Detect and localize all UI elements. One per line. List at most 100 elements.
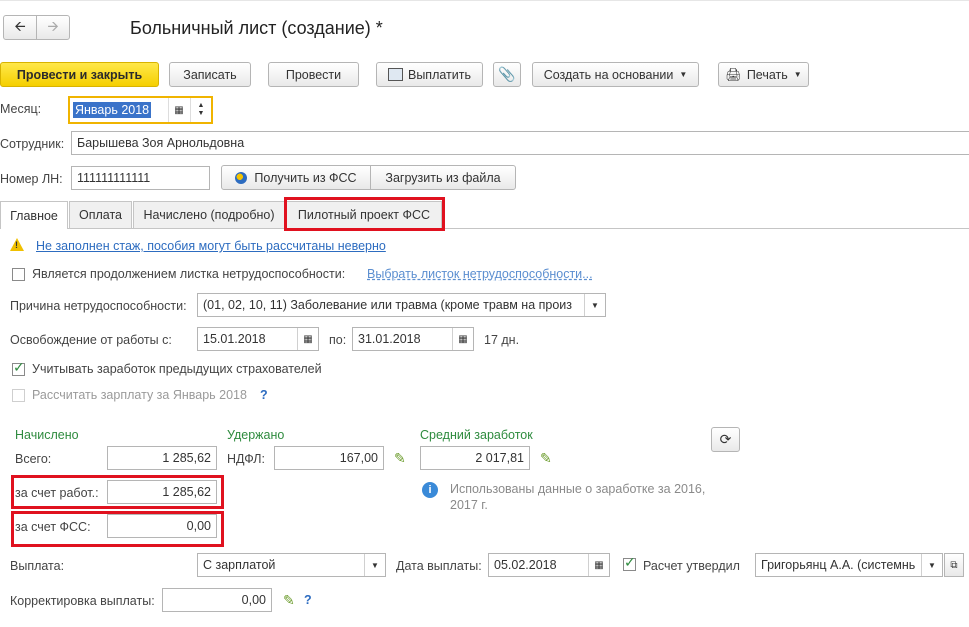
reason-value: (01, 02, 10, 11) Заболевание или травма …	[203, 298, 573, 312]
spin-down-icon: ▼	[197, 110, 205, 117]
month-label: Месяц:	[0, 102, 42, 116]
checkmark-icon: ✓	[624, 554, 636, 570]
fss-icon	[235, 171, 248, 184]
forward-button[interactable]: 🡪	[36, 15, 70, 40]
dropdown-arrow-icon: ▼	[793, 70, 802, 79]
get-from-fss-button[interactable]: Получить из ФСС	[221, 165, 371, 190]
release-from-calendar-button[interactable]: ▦	[297, 328, 318, 350]
attach-button[interactable]: 📎	[493, 62, 521, 87]
prev-employers-label: Учитывать заработок предыдущих страховат…	[32, 362, 322, 376]
refresh-button[interactable]: ⟳	[711, 427, 740, 452]
prev-employers-checkbox[interactable]: ✓	[12, 359, 25, 376]
month-spin-button[interactable]: ▲ ▼	[190, 98, 211, 122]
top-divider	[0, 0, 969, 1]
ndfl-edit-pencil-icon[interactable]: ✎	[394, 450, 406, 467]
payment-type-value: С зарплатой	[203, 558, 276, 572]
calc-salary-help-icon[interactable]: ?	[260, 388, 268, 402]
dropdown-arrow-icon: ▼	[928, 560, 936, 570]
approved-checkbox[interactable]: ✓	[623, 554, 636, 571]
highlight-fss-share	[11, 511, 224, 547]
payment-date-calendar-button[interactable]: ▦	[588, 554, 609, 576]
tab-payment[interactable]: Оплата	[69, 201, 132, 228]
spin-up-icon: ▲	[197, 102, 205, 109]
withheld-ndfl-field[interactable]: 167,00	[274, 446, 384, 470]
approved-by-dropdown-button[interactable]: ▼	[921, 554, 942, 576]
continuation-checkbox[interactable]	[12, 268, 25, 281]
calendar-icon: ▦	[174, 104, 184, 116]
highlight-fss-pilot-tab	[284, 197, 445, 231]
calendar-icon: ▦	[594, 559, 604, 571]
approved-by-field[interactable]: Григорьянц А.А. (системнь ▼	[755, 553, 943, 577]
accrued-total-field[interactable]: 1 285,62	[107, 446, 217, 470]
paperclip-icon: 📎	[498, 66, 516, 82]
info-icon: i	[422, 482, 438, 498]
correction-field[interactable]: 0,00	[162, 588, 272, 612]
payment-label: Выплата:	[10, 559, 65, 573]
pay-button-label: Выплатить	[407, 67, 471, 82]
correction-help-icon[interactable]: ?	[304, 593, 312, 607]
select-sick-leave-link[interactable]: Выбрать листок нетрудоспособности...	[367, 267, 593, 281]
refresh-icon: ⟳	[719, 431, 732, 447]
withheld-title: Удержано	[227, 428, 285, 442]
payment-date-label: Дата выплаты:	[396, 559, 482, 573]
ln-number-field[interactable]: 111111111111	[71, 166, 210, 190]
tabs-baseline	[0, 228, 969, 229]
print-label: Печать	[746, 67, 788, 82]
warning-link[interactable]: Не заполнен стаж, пособия могут быть рас…	[36, 239, 386, 253]
post-and-close-button[interactable]: Провести и закрыть	[0, 62, 159, 87]
correction-edit-pencil-icon[interactable]: ✎	[283, 592, 295, 609]
create-based-on-button[interactable]: Создать на основании ▼	[532, 62, 699, 87]
open-approver-button[interactable]: ⧉	[944, 553, 964, 577]
dropdown-arrow-icon: ▼	[679, 70, 688, 79]
calendar-icon: ▦	[303, 333, 313, 345]
save-button[interactable]: Записать	[169, 62, 251, 87]
window-title: Больничный лист (создание) *	[130, 18, 383, 38]
reason-field[interactable]: (01, 02, 10, 11) Заболевание или травма …	[197, 293, 606, 317]
arrow-right-icon: 🡪	[47, 17, 59, 34]
average-title: Средний заработок	[420, 428, 533, 442]
calc-salary-label: Рассчитать зарплату за Январь 2018	[32, 388, 247, 402]
days-count: 17 дн.	[484, 333, 520, 347]
release-from-value: 15.01.2018	[203, 332, 266, 346]
tab-main[interactable]: Главное	[0, 201, 68, 229]
back-button[interactable]: 🡨	[3, 15, 37, 40]
highlight-employer-share	[11, 475, 224, 509]
release-label: Освобождение от работы с:	[10, 333, 172, 347]
warning-icon-mark: !	[15, 240, 18, 250]
reason-label: Причина нетрудоспособности:	[10, 299, 187, 313]
print-button[interactable]: 🖨 Печать ▼	[718, 62, 809, 87]
approved-by-value: Григорьянц А.А. (системнь	[761, 558, 916, 572]
tab-accrued-detailed[interactable]: Начислено (подробно)	[133, 201, 285, 228]
pay-icon	[387, 68, 403, 81]
accrued-title: Начислено	[15, 428, 79, 442]
dropdown-arrow-icon: ▼	[371, 560, 379, 570]
post-button[interactable]: Провести	[268, 62, 359, 87]
payment-type-field[interactable]: С зарплатой ▼	[197, 553, 386, 577]
calc-salary-checkbox[interactable]	[12, 389, 25, 402]
load-from-file-button[interactable]: Загрузить из файла	[370, 165, 516, 190]
correction-label: Корректировка выплаты:	[10, 594, 155, 608]
month-calendar-button[interactable]: ▦	[168, 98, 189, 122]
average-edit-pencil-icon[interactable]: ✎	[540, 450, 552, 467]
release-to-calendar-button[interactable]: ▦	[452, 328, 473, 350]
month-value: Январь 2018	[73, 102, 152, 118]
release-from-field[interactable]: 15.01.2018 ▦	[197, 327, 319, 351]
month-field[interactable]: Январь 2018 ▦ ▲ ▼	[68, 96, 213, 124]
release-to-field[interactable]: 31.01.2018 ▦	[352, 327, 474, 351]
arrow-left-icon: 🡨	[14, 17, 26, 34]
open-window-icon: ⧉	[950, 559, 958, 571]
payment-date-field[interactable]: 05.02.2018 ▦	[488, 553, 610, 577]
payment-type-dropdown-button[interactable]: ▼	[364, 554, 385, 576]
pay-button[interactable]: Выплатить	[376, 62, 483, 87]
continuation-label: Является продолжением листка нетрудоспос…	[32, 267, 346, 281]
average-info-text: Использованы данные о заработке за 2016,…	[450, 482, 706, 512]
average-earnings-field[interactable]: 2 017,81	[420, 446, 530, 470]
calendar-icon: ▦	[458, 333, 468, 345]
release-to-label: по:	[329, 333, 347, 347]
create-based-on-label: Создать на основании	[543, 67, 674, 82]
reason-dropdown-button[interactable]: ▼	[584, 294, 605, 316]
employee-field[interactable]: Барышева Зоя Арнольдовна	[71, 131, 969, 155]
ln-number-label: Номер ЛН:	[0, 172, 63, 186]
get-from-fss-label: Получить из ФСС	[254, 170, 357, 185]
accrued-total-label: Всего:	[15, 452, 52, 466]
